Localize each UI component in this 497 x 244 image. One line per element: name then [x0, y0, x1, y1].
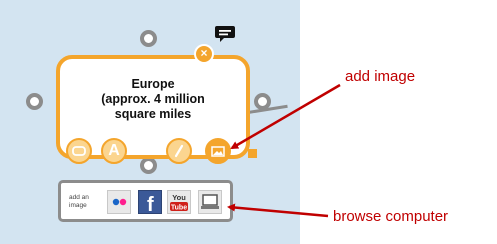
- callout-arrows: [227, 83, 341, 218]
- browse-computer-arrow: [227, 203, 329, 218]
- add-image-arrow: [230, 83, 341, 150]
